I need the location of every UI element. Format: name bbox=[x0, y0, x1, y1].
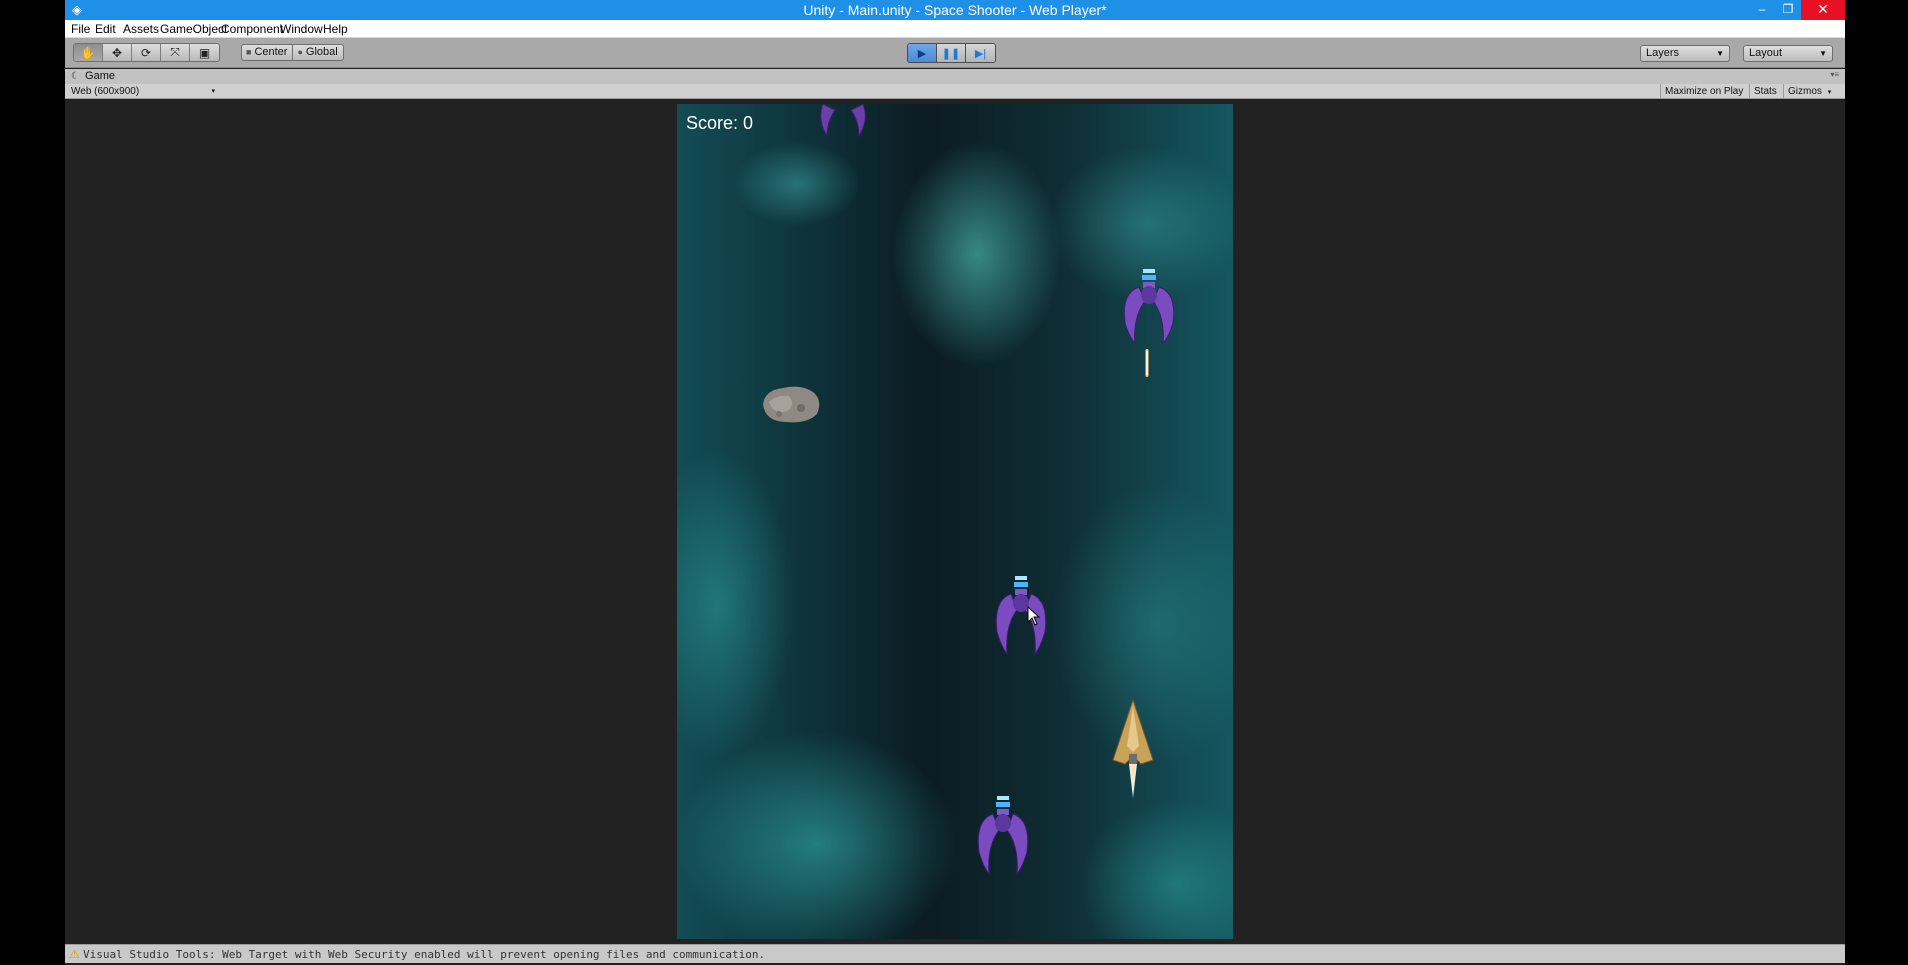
tab-game-label: Game bbox=[85, 70, 115, 82]
game-view-icon: ☾ bbox=[71, 71, 80, 82]
score-text: Score: 0 bbox=[686, 113, 754, 133]
chevron-down-icon: ▼ bbox=[1819, 49, 1827, 58]
mouse-cursor-icon bbox=[1027, 606, 1041, 626]
enemy-ship-sprite bbox=[1123, 269, 1175, 345]
play-button[interactable]: ▶ bbox=[908, 44, 937, 62]
pivot-global-button[interactable]: ● Global bbox=[292, 44, 344, 61]
pause-button[interactable]: ❚❚ bbox=[937, 44, 966, 62]
tab-game[interactable]: ☾ Game bbox=[69, 69, 115, 84]
game-view-toolbar: Web (600x900) ▾ Maximize on Play Stats G… bbox=[65, 84, 1845, 99]
gizmos-label: Gizmos bbox=[1788, 86, 1822, 97]
title-bar: ◈ Unity - Main.unity - Space Shooter - W… bbox=[65, 0, 1845, 20]
play-controls: ▶ ❚❚ ▶| bbox=[907, 43, 996, 63]
menu-bar: File Edit Assets GameObject Component Wi… bbox=[65, 20, 1845, 38]
chevron-down-icon: ▾ bbox=[1827, 89, 1832, 96]
chevron-down-icon: ▼ bbox=[1716, 49, 1724, 58]
warning-icon: ⚠ bbox=[69, 947, 80, 961]
pivot-center-button[interactable]: ■ Center bbox=[241, 44, 293, 61]
maximize-on-play-toggle[interactable]: Maximize on Play bbox=[1660, 84, 1747, 99]
rect-tool-icon[interactable]: ▣ bbox=[190, 44, 219, 61]
enemy-ship-sprite bbox=[977, 796, 1029, 876]
minimize-button[interactable]: – bbox=[1749, 0, 1775, 20]
pivot-toggles: ■ Center ● Global bbox=[241, 44, 344, 61]
resolution-dropdown[interactable]: Web (600x900) ▾ bbox=[71, 84, 221, 99]
enemy-ship-sprite bbox=[820, 104, 866, 138]
status-bar[interactable]: ⚠ Visual Studio Tools: Web Target with W… bbox=[65, 944, 1845, 963]
step-button[interactable]: ▶| bbox=[966, 44, 995, 62]
gizmos-toggle[interactable]: Gizmos ▾ bbox=[1783, 84, 1835, 99]
layout-label: Layout bbox=[1749, 47, 1783, 59]
rotate-tool-icon[interactable]: ⟳ bbox=[132, 44, 161, 61]
enemy-laser-sprite bbox=[1145, 349, 1149, 377]
stats-toggle[interactable]: Stats bbox=[1749, 84, 1781, 99]
transform-tools: ✋ ✥ ⟳ ⤧ ▣ bbox=[73, 43, 220, 62]
game-canvas[interactable]: Score: 0 bbox=[677, 104, 1233, 939]
chevron-down-icon: ▾ bbox=[211, 88, 215, 95]
asteroid-sprite bbox=[763, 386, 820, 423]
pivot-global-label: Global bbox=[305, 46, 338, 58]
menu-help[interactable]: Help bbox=[317, 20, 354, 38]
tab-menu-icon[interactable]: ▾≡ bbox=[1830, 70, 1839, 79]
resolution-label: Web (600x900) bbox=[71, 86, 140, 97]
pivot-icon: ■ bbox=[246, 47, 252, 57]
enemy-ship-sprite bbox=[995, 576, 1047, 656]
window-title: Unity - Main.unity - Space Shooter - Web… bbox=[803, 2, 1107, 18]
layout-dropdown[interactable]: Layout ▼ bbox=[1743, 45, 1833, 62]
globe-icon: ● bbox=[297, 47, 303, 57]
main-toolbar: ✋ ✥ ⟳ ⤧ ▣ ■ Center ● Global ▶ ❚❚ ▶| Laye… bbox=[65, 38, 1845, 68]
pivot-center-label: Center bbox=[254, 46, 288, 58]
hand-tool-icon[interactable]: ✋ bbox=[74, 44, 103, 61]
layers-dropdown[interactable]: Layers ▼ bbox=[1640, 45, 1730, 62]
maximize-button[interactable]: ❐ bbox=[1775, 0, 1801, 20]
player-ship-sprite bbox=[1112, 700, 1154, 798]
layers-label: Layers bbox=[1646, 47, 1680, 59]
close-button[interactable]: ✕ bbox=[1801, 0, 1845, 20]
unity-editor-window: ◈ Unity - Main.unity - Space Shooter - W… bbox=[65, 0, 1845, 965]
game-viewport: Score: 0 bbox=[65, 100, 1845, 944]
status-message: Visual Studio Tools: Web Target with Web… bbox=[83, 948, 766, 961]
scale-tool-icon[interactable]: ⤧ bbox=[161, 44, 190, 61]
move-tool-icon[interactable]: ✥ bbox=[103, 44, 132, 61]
game-tab-bar: ☾ Game ▾≡ bbox=[65, 69, 1845, 84]
